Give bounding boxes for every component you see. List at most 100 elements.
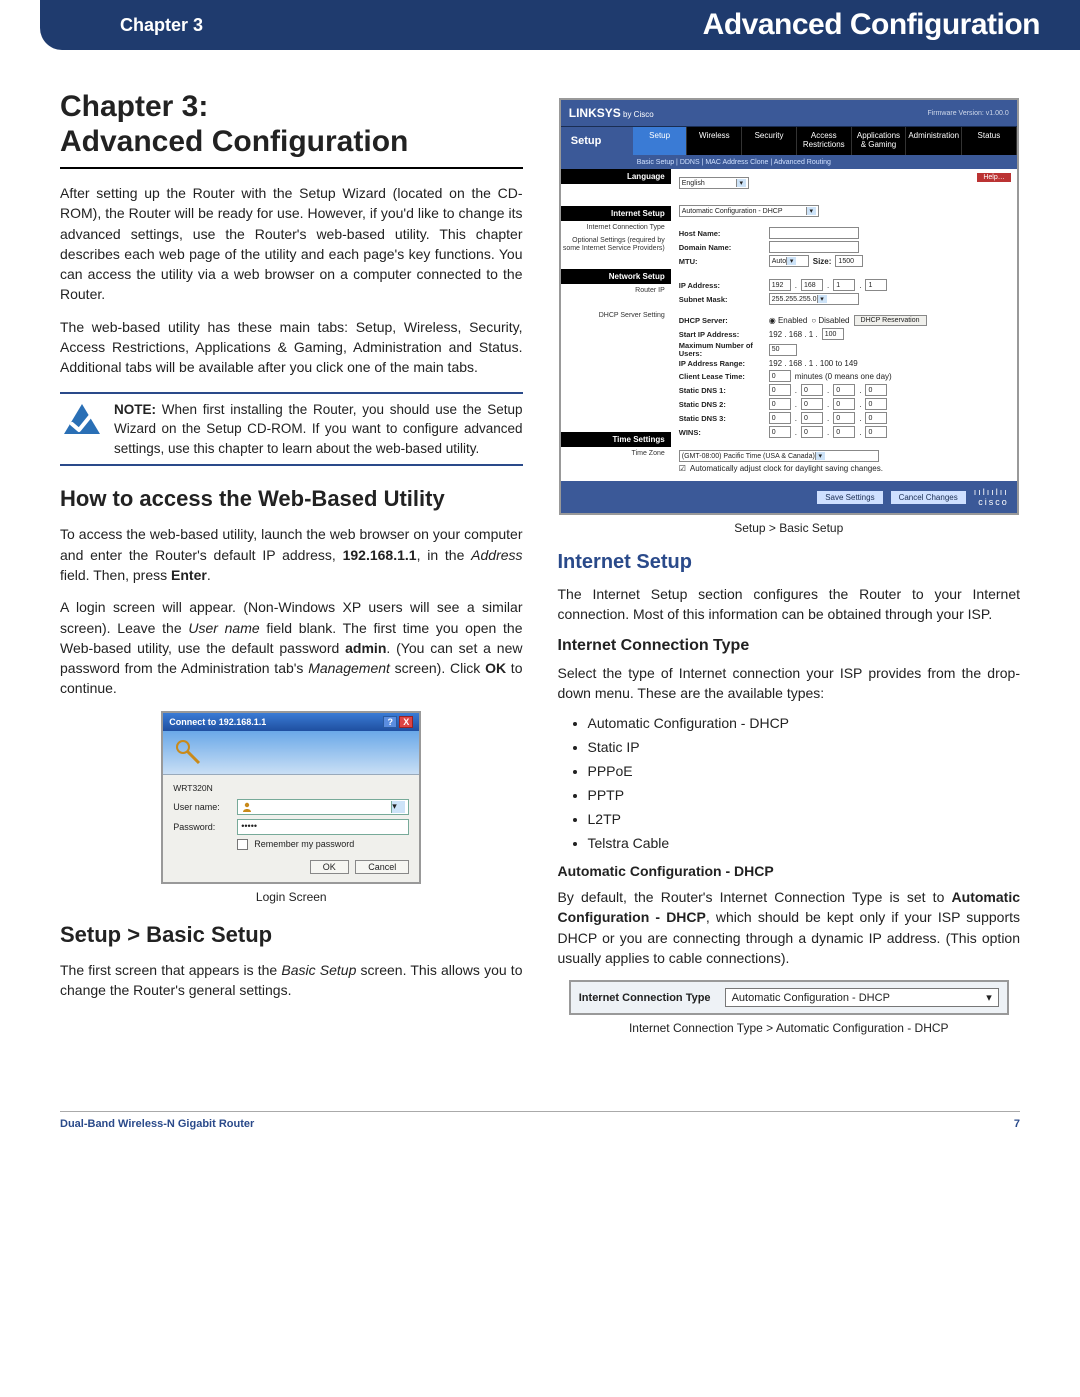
timezone-select[interactable]: (GMT-08:00) Pacific Time (USA & Canada)▾	[679, 450, 879, 462]
tab-apps-gaming[interactable]: Applications & Gaming	[852, 127, 907, 155]
heading-auto-dhcp: Automatic Configuration - DHCP	[558, 863, 1021, 879]
lease-input[interactable]: 0	[769, 370, 791, 382]
mtu-select[interactable]: Auto▾	[769, 255, 809, 267]
ict-select[interactable]: Automatic Configuration - DHCP▾	[679, 205, 819, 217]
max-users-input[interactable]: 50	[769, 344, 797, 356]
dns2-4[interactable]: 0	[865, 398, 887, 410]
ip-octet-1[interactable]: 192	[769, 279, 791, 291]
router-setup-label: Setup	[561, 127, 633, 155]
login-titlebar: Connect to 192.168.1.1 ? X	[163, 713, 419, 731]
cancel-changes-button[interactable]: Cancel Changes	[891, 491, 966, 504]
ok-button[interactable]: OK	[310, 860, 349, 874]
tab-security[interactable]: Security	[742, 127, 797, 155]
note-text: NOTE: When first installing the Router, …	[114, 400, 523, 459]
tab-setup[interactable]: Setup	[633, 127, 688, 155]
router-brand-sub: by Cisco	[623, 110, 654, 119]
heading-basic-setup: Setup > Basic Setup	[60, 922, 523, 948]
tab-wireless[interactable]: Wireless	[687, 127, 742, 155]
dhcp-label: DHCP Server:	[679, 316, 765, 325]
header-title: Advanced Configuration	[703, 8, 1040, 42]
ict-bar-caption: Internet Connection Type > Automatic Con…	[558, 1021, 1021, 1035]
ict-item-static: Static IP	[588, 739, 1021, 755]
dns1-4[interactable]: 0	[865, 384, 887, 396]
ip-range-label: IP Address Range:	[679, 359, 765, 368]
login-banner	[163, 731, 419, 775]
page-body: Chapter 3: Advanced Configuration After …	[0, 50, 1080, 1071]
dns1-3[interactable]: 0	[833, 384, 855, 396]
help-button[interactable]: Help…	[977, 173, 1010, 182]
dhcp-enabled-radio[interactable]: ◉ Enabled	[769, 316, 808, 325]
dns1-2[interactable]: 0	[801, 384, 823, 396]
ip-octet-4[interactable]: 1	[865, 279, 887, 291]
router-caption: Setup > Basic Setup	[558, 521, 1021, 535]
dns2-2[interactable]: 0	[801, 398, 823, 410]
remember-checkbox[interactable]	[237, 839, 248, 850]
left-column: Chapter 3: Advanced Configuration After …	[60, 90, 523, 1051]
label-dhcp-setting: DHCP Server Setting	[561, 309, 671, 322]
chevron-down-icon[interactable]: ▾	[391, 801, 405, 813]
dst-checkbox[interactable]: ☑	[679, 464, 686, 473]
ict-bar-select[interactable]: Automatic Configuration - DHCP ▾	[725, 988, 999, 1007]
dhcp-disabled-radio[interactable]: ○ Disabled	[811, 316, 849, 325]
section-language: Language	[561, 169, 671, 184]
auto-dhcp-paragraph: By default, the Router's Internet Connec…	[558, 887, 1021, 968]
dns3-2[interactable]: 0	[801, 412, 823, 424]
ict-item-l2tp: L2TP	[588, 811, 1021, 827]
subnet-label: Subnet Mask:	[679, 295, 765, 304]
dns3-label: Static DNS 3:	[679, 414, 765, 423]
section-internet-setup: Internet Setup	[561, 206, 671, 221]
help-icon[interactable]: ?	[383, 716, 397, 728]
start-ip-label: Start IP Address:	[679, 330, 765, 339]
login-realm: WRT320N	[173, 783, 409, 793]
dst-label: Automatically adjust clock for daylight …	[690, 464, 883, 473]
tab-status[interactable]: Status	[962, 127, 1017, 155]
remember-label: Remember my password	[254, 839, 354, 849]
wins-1[interactable]: 0	[769, 426, 791, 438]
save-settings-button[interactable]: Save Settings	[817, 491, 882, 504]
username-input[interactable]: ▾	[237, 799, 409, 815]
dns3-4[interactable]: 0	[865, 412, 887, 424]
host-input[interactable]	[769, 227, 859, 239]
login-screenshot: Connect to 192.168.1.1 ? X WRT320N User …	[161, 711, 421, 884]
dns3-1[interactable]: 0	[769, 412, 791, 424]
dns2-3[interactable]: 0	[833, 398, 855, 410]
label-router-ip: Router IP	[561, 284, 671, 297]
subnet-select[interactable]: 255.255.255.0▾	[769, 293, 859, 305]
right-column: LINKSYS by Cisco Firmware Version: v1.00…	[558, 90, 1021, 1051]
dns3-3[interactable]: 0	[833, 412, 855, 424]
ip-octet-2[interactable]: 168	[801, 279, 823, 291]
heading-access-utility: How to access the Web-Based Utility	[60, 486, 523, 512]
lease-label: Client Lease Time:	[679, 372, 765, 381]
start-ip-input[interactable]: 100	[822, 328, 844, 340]
mtu-size-input[interactable]: 1500	[835, 255, 863, 267]
checkmark-icon	[60, 400, 104, 459]
password-input[interactable]: •••••	[237, 819, 409, 835]
dns2-label: Static DNS 2:	[679, 400, 765, 409]
cancel-button[interactable]: Cancel	[355, 860, 409, 874]
ip-label: IP Address:	[679, 281, 765, 290]
host-label: Host Name:	[679, 229, 765, 238]
close-icon[interactable]: X	[399, 716, 413, 728]
cisco-logo: ıılıılııcisco	[974, 487, 1009, 507]
router-subtabs[interactable]: Basic Setup | DDNS | MAC Address Clone |…	[561, 156, 1017, 169]
ict-paragraph: Select the type of Internet connection y…	[558, 663, 1021, 704]
wins-2[interactable]: 0	[801, 426, 823, 438]
wins-4[interactable]: 0	[865, 426, 887, 438]
dns2-1[interactable]: 0	[769, 398, 791, 410]
footer-page-number: 7	[1014, 1118, 1020, 1130]
tab-administration[interactable]: Administration	[906, 127, 962, 155]
max-users-label: Maximum Number of Users:	[679, 342, 765, 357]
language-select[interactable]: English▾	[679, 177, 749, 189]
access-paragraph-2: A login screen will appear. (Non-Windows…	[60, 597, 523, 698]
password-label: Password:	[173, 822, 231, 832]
wins-3[interactable]: 0	[833, 426, 855, 438]
username-label: User name:	[173, 802, 231, 812]
dns1-1[interactable]: 0	[769, 384, 791, 396]
domain-input[interactable]	[769, 241, 859, 253]
tab-access-restrictions[interactable]: Access Restrictions	[797, 127, 852, 155]
ip-range-value: 192 . 168 . 1 . 100 to 149	[769, 359, 858, 368]
ip-octet-3[interactable]: 1	[833, 279, 855, 291]
dhcp-reservation-button[interactable]: DHCP Reservation	[854, 315, 927, 326]
ict-item-pptp: PPTP	[588, 787, 1021, 803]
internet-setup-paragraph: The Internet Setup section configures th…	[558, 584, 1021, 625]
